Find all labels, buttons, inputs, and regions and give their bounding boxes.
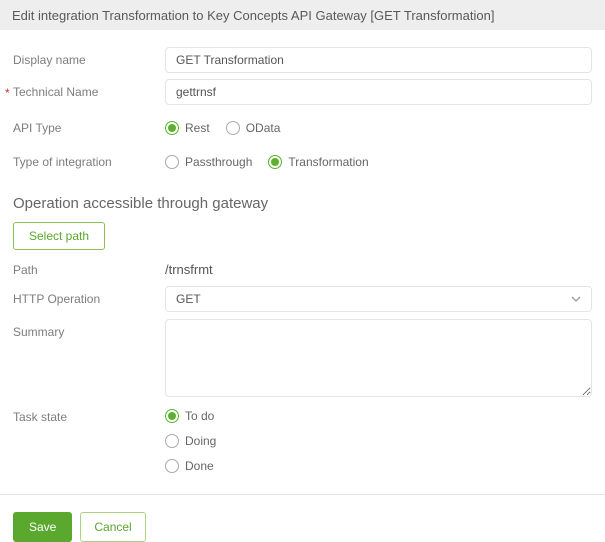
radio-todo-label: To do [185, 409, 215, 423]
radio-transformation-label: Transformation [288, 155, 369, 169]
http-operation-row: HTTP Operation GET [13, 286, 592, 312]
integration-type-label: Type of integration [13, 155, 112, 169]
radio-passthrough[interactable]: Passthrough [165, 155, 252, 169]
radio-doing[interactable]: Doing [165, 434, 216, 448]
radio-done-label: Done [185, 459, 214, 473]
integration-type-row: Type of integration Passthrough Transfor… [13, 151, 592, 173]
chevron-down-icon [571, 296, 581, 302]
radio-odata[interactable]: OData [225, 121, 281, 135]
radio-unselected-icon [165, 459, 179, 473]
radio-selected-icon [165, 409, 179, 423]
footer-actions: Save Cancel [0, 495, 605, 542]
technical-name-input[interactable] [165, 79, 592, 105]
task-state-label: Task state [13, 410, 68, 424]
display-name-row: Display name [13, 47, 592, 73]
radio-unselected-icon [165, 155, 179, 169]
dialog-header: Edit integration Transformation to Key C… [0, 0, 605, 30]
path-value: /trnsfrmt [165, 262, 213, 277]
api-type-radio-group: Rest OData [165, 121, 280, 135]
integration-type-radio-group: Passthrough Transformation [165, 155, 369, 169]
cancel-button[interactable]: Cancel [80, 512, 146, 542]
required-asterisk: * [5, 86, 10, 100]
radio-passthrough-label: Passthrough [185, 155, 253, 169]
technical-name-label: * Technical Name [5, 85, 99, 100]
select-path-button[interactable]: Select path [13, 222, 106, 250]
technical-name-row: * Technical Name [5, 79, 592, 105]
http-operation-select[interactable]: GET [165, 286, 592, 312]
edit-integration-form: Display name * Technical Name API Type R… [0, 47, 605, 473]
radio-done[interactable]: Done [165, 459, 214, 473]
radio-unselected-icon [225, 121, 240, 135]
radio-selected-icon [268, 155, 283, 169]
save-button[interactable]: Save [13, 512, 73, 542]
task-state-radio-group: To do Doing Done [165, 409, 216, 473]
display-name-input[interactable] [165, 47, 592, 73]
http-operation-label: HTTP Operation [13, 292, 101, 306]
path-label: Path [13, 262, 38, 277]
radio-unselected-icon [165, 434, 179, 448]
radio-todo[interactable]: To do [165, 409, 214, 423]
path-row: Path /trnsfrmt [13, 262, 592, 277]
summary-label: Summary [13, 325, 65, 339]
display-name-label: Display name [13, 53, 86, 67]
radio-rest-label: Rest [185, 121, 210, 135]
radio-rest[interactable]: Rest [165, 121, 210, 135]
api-type-label: API Type [13, 121, 62, 135]
api-type-row: API Type Rest OData [13, 117, 592, 139]
radio-transformation[interactable]: Transformation [268, 155, 369, 169]
section-heading-operation: Operation accessible through gateway [13, 195, 269, 212]
radio-doing-label: Doing [185, 434, 217, 448]
radio-odata-label: OData [245, 121, 281, 135]
http-operation-value: GET [176, 292, 201, 306]
task-state-row: Task state To do Doing Done [13, 409, 592, 473]
summary-row: Summary [13, 319, 592, 397]
radio-selected-icon [165, 121, 179, 135]
summary-textarea[interactable] [165, 319, 592, 397]
page-title: Edit integration Transformation to Key C… [12, 7, 495, 23]
